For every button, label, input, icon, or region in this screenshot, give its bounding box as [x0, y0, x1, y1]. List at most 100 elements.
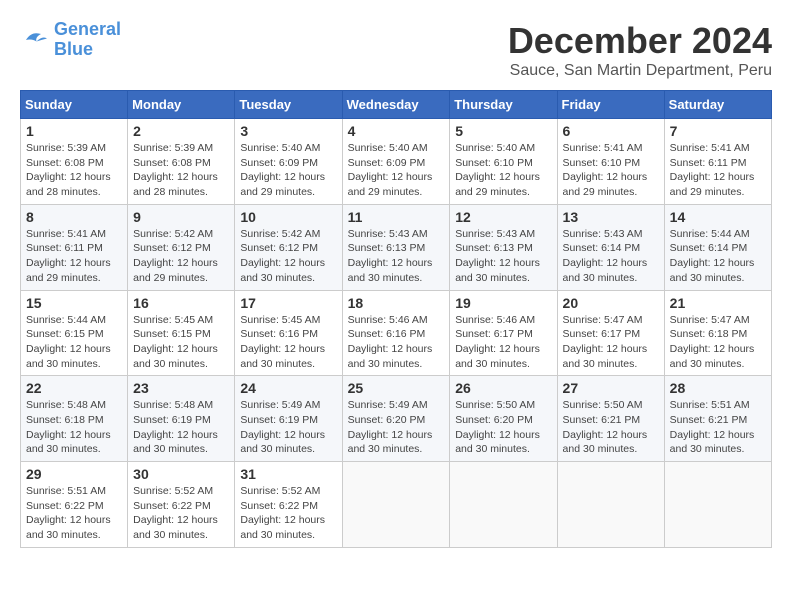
- calendar-cell: 18 Sunrise: 5:46 AMSunset: 6:16 PMDaylig…: [342, 290, 450, 376]
- day-info: Sunrise: 5:48 AMSunset: 6:19 PMDaylight:…: [133, 398, 229, 457]
- calendar-header-friday: Friday: [557, 91, 664, 119]
- day-number: 12: [455, 209, 551, 225]
- day-info: Sunrise: 5:45 AMSunset: 6:16 PMDaylight:…: [240, 313, 336, 372]
- day-info: Sunrise: 5:40 AMSunset: 6:09 PMDaylight:…: [240, 141, 336, 200]
- day-number: 29: [26, 466, 122, 482]
- day-info: Sunrise: 5:49 AMSunset: 6:20 PMDaylight:…: [348, 398, 445, 457]
- calendar-cell: 22 Sunrise: 5:48 AMSunset: 6:18 PMDaylig…: [21, 376, 128, 462]
- day-number: 25: [348, 380, 445, 396]
- day-info: Sunrise: 5:41 AMSunset: 6:11 PMDaylight:…: [26, 227, 122, 286]
- day-info: Sunrise: 5:50 AMSunset: 6:20 PMDaylight:…: [455, 398, 551, 457]
- day-number: 28: [670, 380, 766, 396]
- day-info: Sunrise: 5:43 AMSunset: 6:13 PMDaylight:…: [455, 227, 551, 286]
- calendar-cell: 11 Sunrise: 5:43 AMSunset: 6:13 PMDaylig…: [342, 204, 450, 290]
- calendar-header-thursday: Thursday: [450, 91, 557, 119]
- calendar-week-4: 22 Sunrise: 5:48 AMSunset: 6:18 PMDaylig…: [21, 376, 772, 462]
- day-info: Sunrise: 5:43 AMSunset: 6:14 PMDaylight:…: [563, 227, 659, 286]
- title-block: December 2024 Sauce, San Martin Departme…: [508, 20, 772, 80]
- day-info: Sunrise: 5:42 AMSunset: 6:12 PMDaylight:…: [133, 227, 229, 286]
- logo-text: General Blue: [54, 20, 121, 60]
- day-info: Sunrise: 5:51 AMSunset: 6:22 PMDaylight:…: [26, 484, 122, 543]
- day-number: 17: [240, 295, 336, 311]
- calendar-cell: 1 Sunrise: 5:39 AMSunset: 6:08 PMDayligh…: [21, 119, 128, 205]
- day-info: Sunrise: 5:44 AMSunset: 6:14 PMDaylight:…: [670, 227, 766, 286]
- day-number: 19: [455, 295, 551, 311]
- calendar-cell: 14 Sunrise: 5:44 AMSunset: 6:14 PMDaylig…: [664, 204, 771, 290]
- day-info: Sunrise: 5:43 AMSunset: 6:13 PMDaylight:…: [348, 227, 445, 286]
- calendar-cell: 27 Sunrise: 5:50 AMSunset: 6:21 PMDaylig…: [557, 376, 664, 462]
- calendar-week-2: 8 Sunrise: 5:41 AMSunset: 6:11 PMDayligh…: [21, 204, 772, 290]
- day-info: Sunrise: 5:44 AMSunset: 6:15 PMDaylight:…: [26, 313, 122, 372]
- day-info: Sunrise: 5:48 AMSunset: 6:18 PMDaylight:…: [26, 398, 122, 457]
- day-number: 18: [348, 295, 445, 311]
- calendar-cell: [664, 462, 771, 548]
- day-info: Sunrise: 5:47 AMSunset: 6:18 PMDaylight:…: [670, 313, 766, 372]
- calendar-cell: 15 Sunrise: 5:44 AMSunset: 6:15 PMDaylig…: [21, 290, 128, 376]
- day-info: Sunrise: 5:39 AMSunset: 6:08 PMDaylight:…: [26, 141, 122, 200]
- day-number: 1: [26, 123, 122, 139]
- calendar-cell: 29 Sunrise: 5:51 AMSunset: 6:22 PMDaylig…: [21, 462, 128, 548]
- day-number: 10: [240, 209, 336, 225]
- calendar-cell: 13 Sunrise: 5:43 AMSunset: 6:14 PMDaylig…: [557, 204, 664, 290]
- calendar-week-1: 1 Sunrise: 5:39 AMSunset: 6:08 PMDayligh…: [21, 119, 772, 205]
- calendar-cell: 26 Sunrise: 5:50 AMSunset: 6:20 PMDaylig…: [450, 376, 557, 462]
- logo: General Blue: [20, 20, 121, 60]
- page-header: General Blue December 2024 Sauce, San Ma…: [20, 20, 772, 80]
- day-number: 11: [348, 209, 445, 225]
- day-number: 16: [133, 295, 229, 311]
- day-number: 14: [670, 209, 766, 225]
- calendar-cell: 20 Sunrise: 5:47 AMSunset: 6:17 PMDaylig…: [557, 290, 664, 376]
- day-info: Sunrise: 5:40 AMSunset: 6:09 PMDaylight:…: [348, 141, 445, 200]
- day-info: Sunrise: 5:52 AMSunset: 6:22 PMDaylight:…: [133, 484, 229, 543]
- month-title: December 2024: [508, 20, 772, 62]
- calendar-header-monday: Monday: [128, 91, 235, 119]
- day-number: 8: [26, 209, 122, 225]
- day-info: Sunrise: 5:45 AMSunset: 6:15 PMDaylight:…: [133, 313, 229, 372]
- logo-icon: [20, 25, 50, 55]
- calendar-cell: 4 Sunrise: 5:40 AMSunset: 6:09 PMDayligh…: [342, 119, 450, 205]
- calendar-cell: 19 Sunrise: 5:46 AMSunset: 6:17 PMDaylig…: [450, 290, 557, 376]
- calendar-cell: [450, 462, 557, 548]
- day-number: 30: [133, 466, 229, 482]
- calendar-cell: 17 Sunrise: 5:45 AMSunset: 6:16 PMDaylig…: [235, 290, 342, 376]
- day-info: Sunrise: 5:49 AMSunset: 6:19 PMDaylight:…: [240, 398, 336, 457]
- calendar-cell: 2 Sunrise: 5:39 AMSunset: 6:08 PMDayligh…: [128, 119, 235, 205]
- calendar-cell: 23 Sunrise: 5:48 AMSunset: 6:19 PMDaylig…: [128, 376, 235, 462]
- calendar-header-tuesday: Tuesday: [235, 91, 342, 119]
- day-info: Sunrise: 5:51 AMSunset: 6:21 PMDaylight:…: [670, 398, 766, 457]
- calendar-table: SundayMondayTuesdayWednesdayThursdayFrid…: [20, 90, 772, 548]
- day-number: 31: [240, 466, 336, 482]
- calendar-cell: 7 Sunrise: 5:41 AMSunset: 6:11 PMDayligh…: [664, 119, 771, 205]
- calendar-cell: 12 Sunrise: 5:43 AMSunset: 6:13 PMDaylig…: [450, 204, 557, 290]
- calendar-cell: 31 Sunrise: 5:52 AMSunset: 6:22 PMDaylig…: [235, 462, 342, 548]
- calendar-cell: 28 Sunrise: 5:51 AMSunset: 6:21 PMDaylig…: [664, 376, 771, 462]
- calendar-cell: 16 Sunrise: 5:45 AMSunset: 6:15 PMDaylig…: [128, 290, 235, 376]
- day-number: 21: [670, 295, 766, 311]
- day-number: 2: [133, 123, 229, 139]
- calendar-header-sunday: Sunday: [21, 91, 128, 119]
- calendar-cell: 6 Sunrise: 5:41 AMSunset: 6:10 PMDayligh…: [557, 119, 664, 205]
- day-info: Sunrise: 5:41 AMSunset: 6:10 PMDaylight:…: [563, 141, 659, 200]
- calendar-week-3: 15 Sunrise: 5:44 AMSunset: 6:15 PMDaylig…: [21, 290, 772, 376]
- calendar-cell: [342, 462, 450, 548]
- day-number: 22: [26, 380, 122, 396]
- day-number: 27: [563, 380, 659, 396]
- day-number: 13: [563, 209, 659, 225]
- day-number: 5: [455, 123, 551, 139]
- calendar-week-5: 29 Sunrise: 5:51 AMSunset: 6:22 PMDaylig…: [21, 462, 772, 548]
- day-number: 20: [563, 295, 659, 311]
- calendar-header-row: SundayMondayTuesdayWednesdayThursdayFrid…: [21, 91, 772, 119]
- location-title: Sauce, San Martin Department, Peru: [508, 62, 772, 80]
- calendar-header-wednesday: Wednesday: [342, 91, 450, 119]
- calendar-cell: 5 Sunrise: 5:40 AMSunset: 6:10 PMDayligh…: [450, 119, 557, 205]
- day-number: 6: [563, 123, 659, 139]
- day-number: 26: [455, 380, 551, 396]
- day-number: 9: [133, 209, 229, 225]
- day-number: 24: [240, 380, 336, 396]
- calendar-header-saturday: Saturday: [664, 91, 771, 119]
- day-number: 3: [240, 123, 336, 139]
- calendar-cell: 8 Sunrise: 5:41 AMSunset: 6:11 PMDayligh…: [21, 204, 128, 290]
- calendar-cell: [557, 462, 664, 548]
- day-info: Sunrise: 5:41 AMSunset: 6:11 PMDaylight:…: [670, 141, 766, 200]
- day-number: 15: [26, 295, 122, 311]
